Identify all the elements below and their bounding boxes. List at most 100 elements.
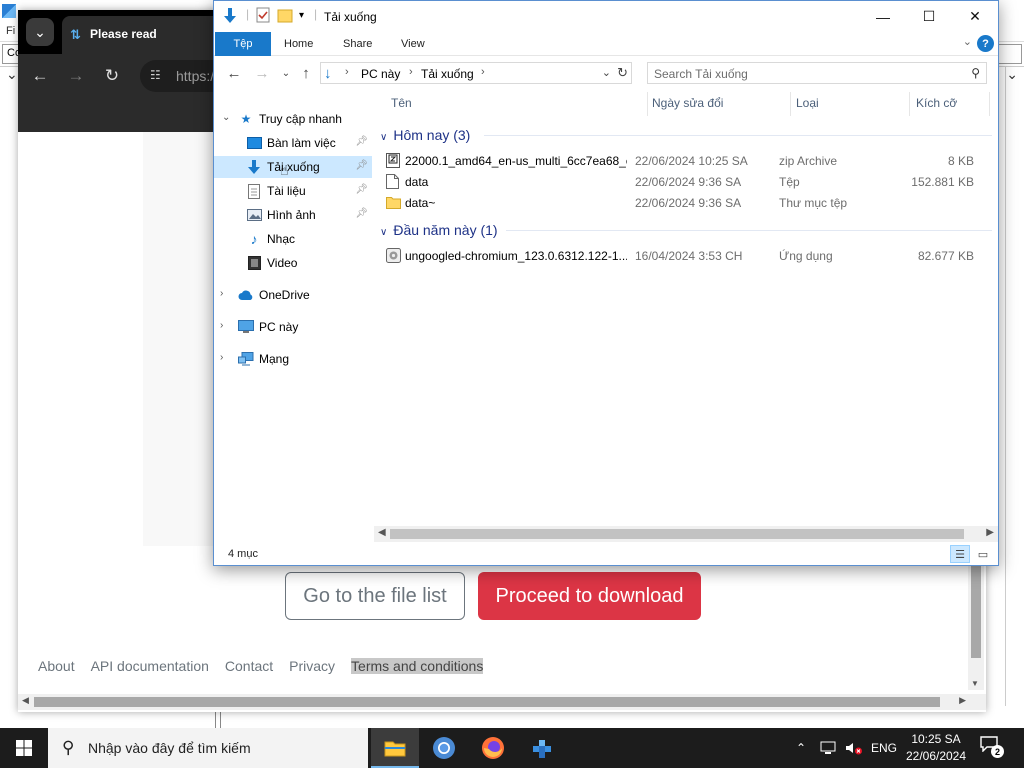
footer-link-api-documentation[interactable]: API documentation bbox=[91, 658, 209, 674]
forward-button[interactable]: → bbox=[64, 64, 88, 88]
reload-button[interactable]: ↻ bbox=[100, 64, 124, 88]
footer-link-privacy[interactable]: Privacy bbox=[289, 658, 335, 674]
tree-item-quick-access[interactable]: ⌄ ★ Truy cập nhanh bbox=[214, 108, 372, 130]
file-row[interactable]: 22000.1_amd64_en-us_multi_6cc7ea68_c... … bbox=[384, 150, 984, 171]
recent-locations-button[interactable]: ⌄ bbox=[276, 64, 296, 82]
details-view-button[interactable]: ☰ bbox=[950, 545, 970, 563]
taskbar-registry-editor[interactable] bbox=[518, 728, 566, 768]
pin-icon[interactable]: 📌︎ bbox=[355, 136, 368, 147]
app-icon bbox=[2, 4, 16, 18]
large-icons-view-button[interactable]: ▭ bbox=[973, 545, 993, 563]
proceed-to-download-button[interactable]: Proceed to download bbox=[478, 572, 701, 620]
tree-item-onedrive[interactable]: › OneDrive bbox=[214, 284, 372, 306]
tab-share[interactable]: Share bbox=[333, 32, 382, 56]
pin-icon[interactable]: 📌︎ bbox=[355, 184, 368, 195]
scroll-left-icon[interactable]: ◀ bbox=[22, 695, 29, 706]
chevron-down-icon[interactable]: ⌄ bbox=[222, 112, 230, 123]
new-folder-icon[interactable] bbox=[277, 7, 293, 25]
volume-muted-icon[interactable] bbox=[845, 728, 863, 768]
input-language-indicator[interactable]: ENG bbox=[871, 728, 897, 768]
scroll-right-icon[interactable]: ▶ bbox=[986, 527, 994, 538]
tab-home[interactable]: Home bbox=[274, 32, 323, 56]
network-status-icon[interactable] bbox=[820, 728, 838, 768]
taskbar-clock[interactable]: 10:25 SA 22/06/2024 bbox=[900, 731, 972, 765]
horizontal-scrollbar[interactable]: ◀ ▶ bbox=[18, 694, 986, 710]
taskbar-file-explorer[interactable] bbox=[371, 728, 419, 768]
back-button[interactable]: ← bbox=[28, 64, 52, 88]
refresh-icon[interactable]: ↻ bbox=[617, 65, 628, 81]
footer-link-terms[interactable]: Terms and conditions bbox=[351, 658, 484, 674]
chevron-down-icon[interactable]: ⌄ bbox=[6, 66, 18, 83]
tab-search-button[interactable]: ⌄ bbox=[26, 18, 54, 46]
search-box[interactable]: Search Tải xuống ⚲ bbox=[647, 62, 987, 84]
column-divider[interactable] bbox=[647, 92, 648, 116]
forward-button[interactable]: → bbox=[252, 64, 272, 82]
file-row[interactable]: ungoogled-chromium_123.0.6312.122-1.... … bbox=[384, 245, 984, 266]
column-divider[interactable] bbox=[989, 92, 990, 116]
start-button[interactable] bbox=[0, 728, 48, 768]
scroll-right-icon[interactable]: ▶ bbox=[959, 695, 966, 706]
breadcrumb-downloads[interactable]: Tải xuống bbox=[421, 67, 474, 81]
chevron-right-icon[interactable]: › bbox=[220, 288, 223, 299]
maximize-button[interactable]: ☐ bbox=[906, 1, 952, 32]
tree-item-downloads[interactable]: Tải xuống 📌︎ ☝ bbox=[214, 156, 372, 178]
file-row[interactable]: data 22/06/2024 9:36 SA Tệp 152.881 KB bbox=[384, 171, 984, 192]
taskbar-search-box[interactable]: ⚲ Nhập vào đây để tìm kiếm bbox=[48, 728, 368, 768]
show-hidden-icons-button[interactable]: ⌃ bbox=[796, 728, 806, 768]
chevron-right-icon[interactable]: › bbox=[345, 66, 349, 78]
address-dropdown-icon[interactable]: ⌄ bbox=[602, 66, 611, 79]
scroll-left-icon[interactable]: ◀ bbox=[378, 527, 386, 538]
column-divider[interactable] bbox=[909, 92, 910, 116]
scrollbar-thumb[interactable] bbox=[390, 529, 964, 539]
taskbar-chromium[interactable] bbox=[420, 728, 468, 768]
column-header-size[interactable]: Kích cỡ bbox=[916, 96, 957, 110]
back-button[interactable]: ← bbox=[224, 64, 244, 82]
tree-item-desktop[interactable]: Bàn làm việc 📌︎ bbox=[214, 132, 372, 154]
chevron-right-icon[interactable]: › bbox=[220, 320, 223, 331]
chevron-right-icon[interactable]: › bbox=[409, 66, 413, 78]
scrollbar-thumb[interactable] bbox=[34, 697, 940, 707]
column-header-type[interactable]: Loại bbox=[796, 96, 819, 110]
tree-item-network[interactable]: › Mạng bbox=[214, 348, 372, 370]
footer-link-about[interactable]: About bbox=[38, 658, 75, 674]
notification-badge: 2 bbox=[991, 745, 1004, 758]
column-divider[interactable] bbox=[790, 92, 791, 116]
tab-view[interactable]: View bbox=[391, 32, 435, 56]
properties-icon[interactable] bbox=[256, 7, 270, 25]
chevron-right-icon[interactable]: › bbox=[220, 352, 223, 363]
tree-item-this-pc[interactable]: › PC này bbox=[214, 316, 372, 338]
tree-item-pictures[interactable]: Hình ảnh 📌︎ bbox=[214, 204, 372, 226]
horizontal-scrollbar[interactable]: ◀ ▶ bbox=[374, 526, 998, 542]
scroll-down-icon[interactable]: ▼ bbox=[971, 679, 979, 688]
background-menu-text[interactable]: Fi bbox=[6, 25, 15, 37]
expand-ribbon-icon[interactable]: ⌄ bbox=[963, 35, 972, 48]
footer-link-contact[interactable]: Contact bbox=[225, 658, 273, 674]
column-header-date[interactable]: Ngày sửa đổi bbox=[652, 96, 723, 110]
address-bar[interactable]: ↓ › PC này › Tải xuống › ⌄ ↻ bbox=[320, 62, 632, 84]
tree-item-videos[interactable]: Video bbox=[214, 252, 372, 274]
close-button[interactable]: ✕ bbox=[952, 1, 998, 32]
action-center-button[interactable]: 2 bbox=[980, 736, 1006, 760]
taskbar-firefox[interactable] bbox=[469, 728, 517, 768]
group-header-today[interactable]: ∨ Hôm nay (3) bbox=[380, 127, 470, 143]
network-icon bbox=[238, 352, 254, 366]
customize-toolbar-icon[interactable]: ▾ bbox=[299, 10, 304, 28]
browser-tab[interactable]: ⇅ Please read bbox=[62, 16, 222, 54]
column-header-name[interactable]: Tên bbox=[391, 96, 412, 110]
tab-file[interactable]: Tệp bbox=[215, 32, 271, 56]
help-icon[interactable]: ? bbox=[977, 35, 994, 52]
minimize-button[interactable]: — bbox=[860, 1, 906, 32]
chevron-down-icon[interactable]: ⌄ bbox=[1006, 66, 1018, 83]
site-settings-icon[interactable]: ☷ bbox=[150, 68, 166, 84]
breadcrumb-pc[interactable]: PC này bbox=[361, 67, 400, 81]
chevron-right-icon[interactable]: › bbox=[481, 66, 485, 78]
tree-item-music[interactable]: ♪ Nhạc bbox=[214, 228, 372, 250]
pin-icon[interactable]: 📌︎ bbox=[355, 208, 368, 219]
pin-icon[interactable]: 📌︎ bbox=[355, 160, 368, 171]
group-header-earlier-this-year[interactable]: ∨ Đầu năm này (1) bbox=[380, 222, 498, 238]
up-button[interactable]: ↑ bbox=[296, 64, 316, 82]
tree-item-documents[interactable]: Tài liệu 📌︎ bbox=[214, 180, 372, 202]
go-to-file-list-button[interactable]: Go to the file list bbox=[285, 572, 465, 620]
file-row[interactable]: data~ 22/06/2024 9:36 SA Thư mục tệp bbox=[384, 192, 984, 213]
explorer-title-bar[interactable]: | ▾ | Tải xuống — ☐ ✕ bbox=[214, 1, 998, 32]
